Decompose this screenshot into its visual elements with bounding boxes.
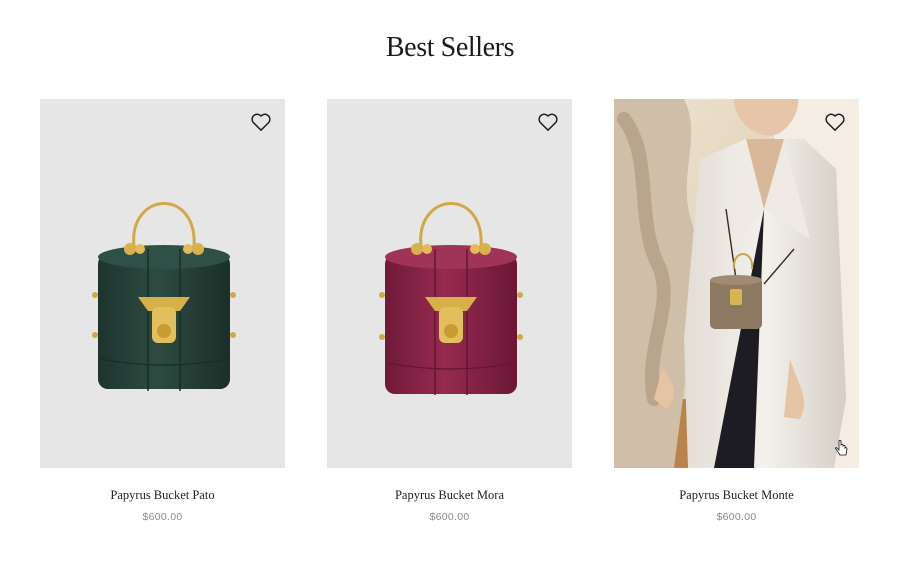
bucket-bag-image xyxy=(379,202,523,395)
lifestyle-photo xyxy=(614,99,859,468)
product-image[interactable] xyxy=(40,99,285,468)
product-card-pato[interactable]: Papyrus Bucket Pato $600.00 xyxy=(40,99,285,523)
product-image[interactable] xyxy=(614,99,859,468)
heart-icon[interactable] xyxy=(537,112,559,132)
product-price: $600.00 xyxy=(142,511,183,523)
product-image[interactable] xyxy=(327,99,572,468)
product-price: $600.00 xyxy=(429,511,470,523)
product-card-monte[interactable]: Papyrus Bucket Monte $600.00 xyxy=(614,99,859,523)
hand-cursor-icon xyxy=(835,440,848,456)
product-price: $600.00 xyxy=(716,511,757,523)
product-name[interactable]: Papyrus Bucket Monte xyxy=(614,488,859,503)
heart-icon[interactable] xyxy=(250,112,272,132)
heart-icon[interactable] xyxy=(824,112,846,132)
section-title: Best Sellers xyxy=(385,32,515,63)
bucket-bag-image xyxy=(92,202,236,391)
product-name[interactable]: Papyrus Bucket Pato xyxy=(40,488,285,503)
product-name[interactable]: Papyrus Bucket Mora xyxy=(327,488,572,503)
product-card-mora[interactable]: Papyrus Bucket Mora $600.00 xyxy=(327,99,572,523)
